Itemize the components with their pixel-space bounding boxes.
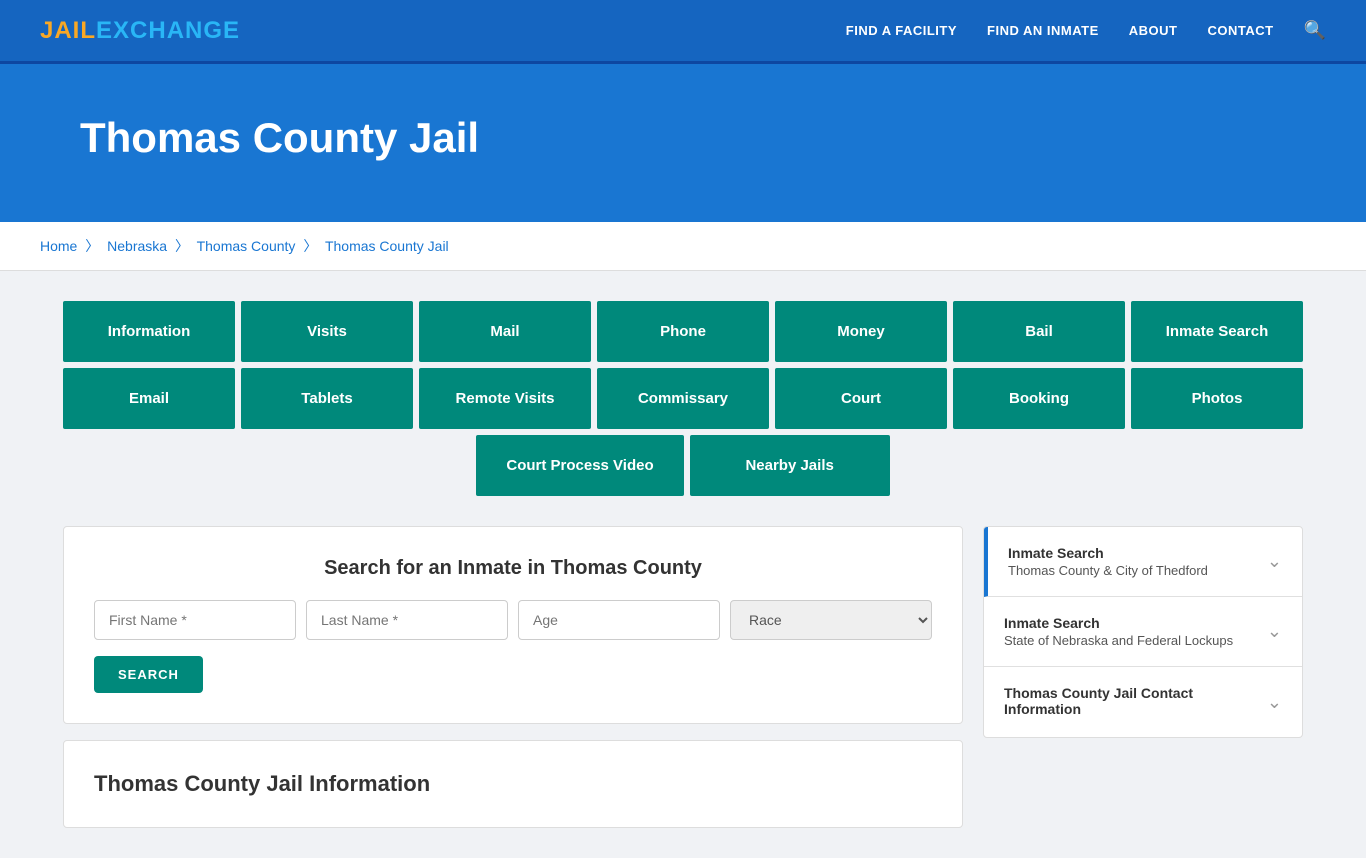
btn-email[interactable]: Email [63, 368, 235, 429]
sidebar-item-2[interactable]: Thomas County Jail Contact Information ⌄ [984, 667, 1302, 737]
chevron-down-icon-0: ⌄ [1267, 551, 1282, 572]
breadcrumb-thomas-county[interactable]: Thomas County [197, 238, 296, 254]
main-content: Information Visits Mail Phone Money Bail… [23, 271, 1343, 858]
search-icon[interactable]: 🔍 [1304, 20, 1326, 41]
search-inputs: Race White Black Hispanic Asian Native A… [94, 600, 932, 640]
breadcrumb-home[interactable]: Home [40, 238, 77, 254]
chevron-down-icon-1: ⌄ [1267, 621, 1282, 642]
sidebar-item-1-subtitle: State of Nebraska and Federal Lockups [1004, 633, 1233, 648]
search-title: Search for an Inmate in Thomas County [94, 557, 932, 580]
breadcrumb-nebraska[interactable]: Nebraska [107, 238, 167, 254]
sidebar-item-0[interactable]: Inmate Search Thomas County & City of Th… [984, 527, 1302, 597]
sidebar-item-0-subtitle: Thomas County & City of Thedford [1008, 563, 1208, 578]
site-logo[interactable]: JAILEXCHANGE [40, 17, 240, 45]
sidebar: Inmate Search Thomas County & City of Th… [983, 526, 1303, 828]
btn-bail[interactable]: Bail [953, 301, 1125, 362]
search-box: Search for an Inmate in Thomas County Ra… [63, 526, 963, 724]
btn-booking[interactable]: Booking [953, 368, 1125, 429]
nav-about[interactable]: ABOUT [1129, 23, 1178, 38]
button-grid-row2: Email Tablets Remote Visits Commissary C… [63, 368, 1303, 429]
chevron-down-icon-2: ⌄ [1267, 692, 1282, 713]
last-name-input[interactable] [306, 600, 508, 640]
hero-section: Thomas County Jail [0, 64, 1366, 222]
logo-jail: JAIL [40, 17, 96, 44]
btn-money[interactable]: Money [775, 301, 947, 362]
info-section: Thomas County Jail Information [63, 740, 963, 828]
button-grid-row3: Court Process Video Nearby Jails [63, 435, 1303, 496]
nav-contact[interactable]: CONTACT [1207, 23, 1273, 38]
navbar: JAILEXCHANGE FIND A FACILITY FIND AN INM… [0, 0, 1366, 64]
nav-links: FIND A FACILITY FIND AN INMATE ABOUT CON… [846, 20, 1326, 41]
logo-exchange: EXCHANGE [96, 17, 240, 44]
btn-photos[interactable]: Photos [1131, 368, 1303, 429]
page-title: Thomas County Jail [80, 114, 1286, 162]
btn-nearby-jails[interactable]: Nearby Jails [690, 435, 890, 496]
race-select[interactable]: Race White Black Hispanic Asian Native A… [730, 600, 932, 640]
breadcrumb: Home 〉 Nebraska 〉 Thomas County 〉 Thomas… [0, 222, 1366, 271]
btn-inmate-search[interactable]: Inmate Search [1131, 301, 1303, 362]
left-column: Search for an Inmate in Thomas County Ra… [63, 526, 963, 828]
sidebar-item-0-title: Inmate Search [1008, 545, 1208, 561]
content-row: Search for an Inmate in Thomas County Ra… [63, 526, 1303, 828]
sidebar-card: Inmate Search Thomas County & City of Th… [983, 526, 1303, 738]
age-input[interactable] [518, 600, 720, 640]
sidebar-item-1[interactable]: Inmate Search State of Nebraska and Fede… [984, 597, 1302, 667]
nav-find-facility[interactable]: FIND A FACILITY [846, 23, 957, 38]
btn-commissary[interactable]: Commissary [597, 368, 769, 429]
btn-tablets[interactable]: Tablets [241, 368, 413, 429]
breadcrumb-current[interactable]: Thomas County Jail [325, 238, 449, 254]
btn-visits[interactable]: Visits [241, 301, 413, 362]
btn-remote-visits[interactable]: Remote Visits [419, 368, 591, 429]
btn-court-process-video[interactable]: Court Process Video [476, 435, 683, 496]
sidebar-item-1-title: Inmate Search [1004, 615, 1233, 631]
btn-mail[interactable]: Mail [419, 301, 591, 362]
btn-information[interactable]: Information [63, 301, 235, 362]
info-title: Thomas County Jail Information [94, 771, 932, 797]
btn-phone[interactable]: Phone [597, 301, 769, 362]
first-name-input[interactable] [94, 600, 296, 640]
search-button[interactable]: SEARCH [94, 656, 203, 693]
button-grid-row1: Information Visits Mail Phone Money Bail… [63, 301, 1303, 362]
nav-find-inmate[interactable]: FIND AN INMATE [987, 23, 1099, 38]
sidebar-item-2-title: Thomas County Jail Contact Information [1004, 685, 1267, 717]
btn-court[interactable]: Court [775, 368, 947, 429]
